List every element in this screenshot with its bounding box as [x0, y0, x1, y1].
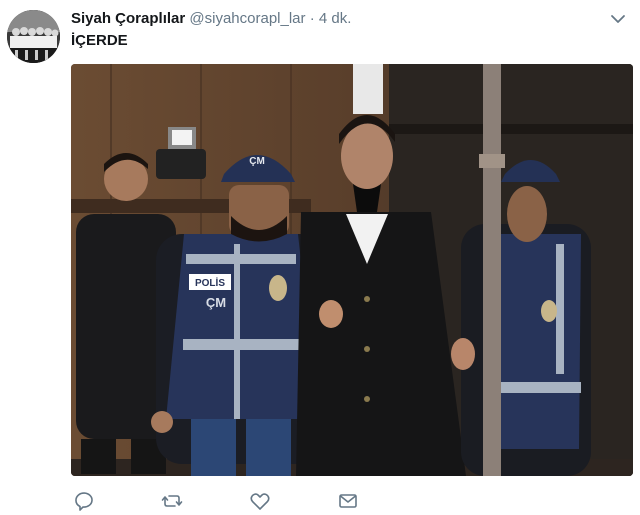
tweet-photo[interactable]: POLİS ÇM ÇM	[71, 64, 633, 476]
vest-label-cm: ÇM	[206, 295, 226, 310]
tweet-header: Siyah Çoraplılar @siyahcorapl_lar · 4 dk…	[71, 9, 351, 29]
tweet-actions	[71, 490, 551, 512]
cap-label-cm: ÇM	[249, 156, 265, 167]
pole	[483, 64, 501, 476]
envelope-icon[interactable]	[337, 490, 359, 512]
separator-dot: ·	[309, 10, 315, 27]
heart-icon[interactable]	[249, 490, 271, 512]
avatar[interactable]	[7, 10, 60, 63]
tweet: Siyah Çoraplılar @siyahcorapl_lar · 4 dk…	[0, 0, 640, 515]
tweet-text: İÇERDE	[71, 32, 128, 49]
avatar-image	[7, 10, 60, 63]
vest-label-polis: POLİS	[195, 276, 225, 289]
timestamp[interactable]: 4 dk.	[319, 10, 352, 27]
chevron-down-icon[interactable]	[610, 12, 626, 26]
reply-icon[interactable]	[73, 490, 95, 512]
retweet-icon[interactable]	[161, 490, 183, 512]
photo-scene: POLİS ÇM ÇM	[71, 64, 633, 476]
author-handle[interactable]: @siyahcorapl_lar	[189, 10, 305, 27]
author-name[interactable]: Siyah Çoraplılar	[71, 10, 185, 27]
